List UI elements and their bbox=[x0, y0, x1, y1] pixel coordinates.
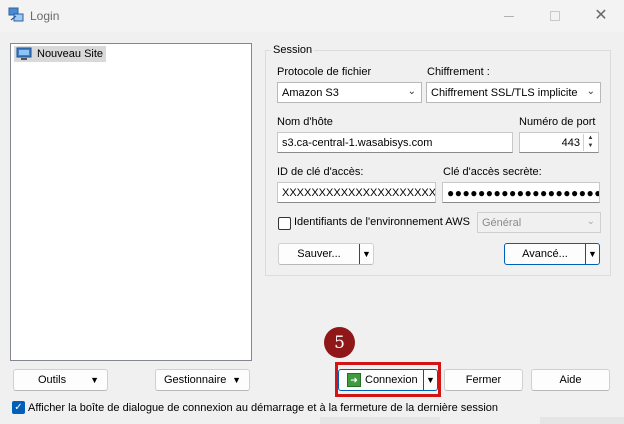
advanced-button-label: Avancé... bbox=[522, 248, 568, 260]
encryption-select[interactable]: Chiffrement SSL/TLS implicite ⌄ bbox=[426, 82, 601, 103]
aws-profile-value: Général bbox=[482, 216, 522, 229]
host-label: Nom d'hôte bbox=[277, 116, 333, 128]
chevron-down-icon: ⌄ bbox=[586, 86, 595, 97]
advanced-dropdown-icon[interactable]: ▼ bbox=[585, 244, 599, 264]
maximize-icon bbox=[550, 11, 560, 21]
show-dialog-checkbox[interactable]: ✓ bbox=[12, 401, 25, 414]
save-button-label: Sauver... bbox=[297, 248, 341, 260]
close-icon: ✕ bbox=[594, 7, 608, 24]
help-button-label: Aide bbox=[559, 374, 582, 386]
window-title: Login bbox=[30, 9, 60, 23]
access-key-input[interactable]: XXXXXXXXXXXXXXXXXXXXX bbox=[277, 182, 436, 203]
secret-key-input[interactable]: ●●●●●●●●●●●●●●●●●●●●●● bbox=[442, 182, 600, 203]
manager-button[interactable]: Gestionnaire ▼ bbox=[155, 369, 250, 391]
tree-item-label: Nouveau Site bbox=[37, 48, 104, 60]
tree-item-new-site[interactable]: Nouveau Site bbox=[14, 46, 107, 62]
encryption-label: Chiffrement : bbox=[427, 66, 490, 78]
protocol-label: Protocole de fichier bbox=[277, 66, 372, 78]
tools-button[interactable]: Outils ▼ bbox=[13, 369, 108, 391]
secret-key-label: Clé d'accès secrète: bbox=[443, 166, 542, 178]
close-button-label: Fermer bbox=[465, 374, 502, 386]
aws-env-label: Identifiants de l'environnement AWS bbox=[294, 216, 470, 228]
computer-icon bbox=[16, 47, 32, 60]
minimize-button[interactable] bbox=[486, 0, 532, 32]
maximize-button[interactable] bbox=[532, 0, 578, 32]
background-window-fragment bbox=[540, 417, 624, 424]
protocol-value: Amazon S3 bbox=[282, 86, 339, 99]
close-window-button[interactable]: ✕ bbox=[578, 0, 624, 32]
chevron-down-icon: ⌄ bbox=[586, 216, 595, 227]
aws-env-checkbox[interactable] bbox=[278, 217, 291, 230]
port-label: Numéro de port bbox=[519, 116, 596, 128]
minimize-icon bbox=[504, 15, 514, 17]
port-spinner[interactable]: ▲ ▼ bbox=[583, 134, 597, 151]
background-window-fragment bbox=[320, 417, 440, 424]
title-bar: Login ✕ bbox=[0, 0, 624, 32]
chevron-down-icon: ⌄ bbox=[407, 86, 416, 97]
dropdown-arrow-icon: ▼ bbox=[232, 375, 241, 385]
secret-key-value: ●●●●●●●●●●●●●●●●●●●●●● bbox=[447, 185, 599, 200]
access-key-label: ID de clé d'accès: bbox=[277, 166, 364, 178]
help-button[interactable]: Aide bbox=[531, 369, 610, 391]
step-badge: 5 bbox=[324, 327, 355, 358]
access-key-value: XXXXXXXXXXXXXXXXXXXXX bbox=[282, 186, 436, 199]
spin-up-icon[interactable]: ▲ bbox=[584, 134, 597, 142]
port-input[interactable]: 443 ▲ ▼ bbox=[519, 132, 599, 153]
advanced-button[interactable]: Avancé... ▼ bbox=[504, 243, 600, 265]
show-dialog-label: Afficher la boîte de dialogue de connexi… bbox=[28, 402, 499, 414]
protocol-select[interactable]: Amazon S3 ⌄ bbox=[277, 82, 422, 103]
highlight-box bbox=[335, 362, 441, 397]
save-button[interactable]: Sauver... ▼ bbox=[278, 243, 374, 265]
host-value: s3.ca-central-1.wasabisys.com bbox=[282, 136, 433, 149]
dropdown-arrow-icon: ▼ bbox=[90, 375, 99, 385]
aws-profile-select: Général ⌄ bbox=[477, 212, 601, 233]
save-dropdown-icon[interactable]: ▼ bbox=[359, 244, 373, 264]
port-value: 443 bbox=[561, 136, 580, 149]
encryption-value: Chiffrement SSL/TLS implicite bbox=[431, 86, 578, 99]
close-button[interactable]: Fermer bbox=[444, 369, 523, 391]
site-tree[interactable]: Nouveau Site bbox=[10, 43, 252, 361]
winscp-app-icon bbox=[8, 7, 24, 22]
session-group-title: Session bbox=[271, 44, 315, 56]
host-input[interactable]: s3.ca-central-1.wasabisys.com bbox=[277, 132, 513, 153]
spin-down-icon[interactable]: ▼ bbox=[584, 142, 597, 150]
